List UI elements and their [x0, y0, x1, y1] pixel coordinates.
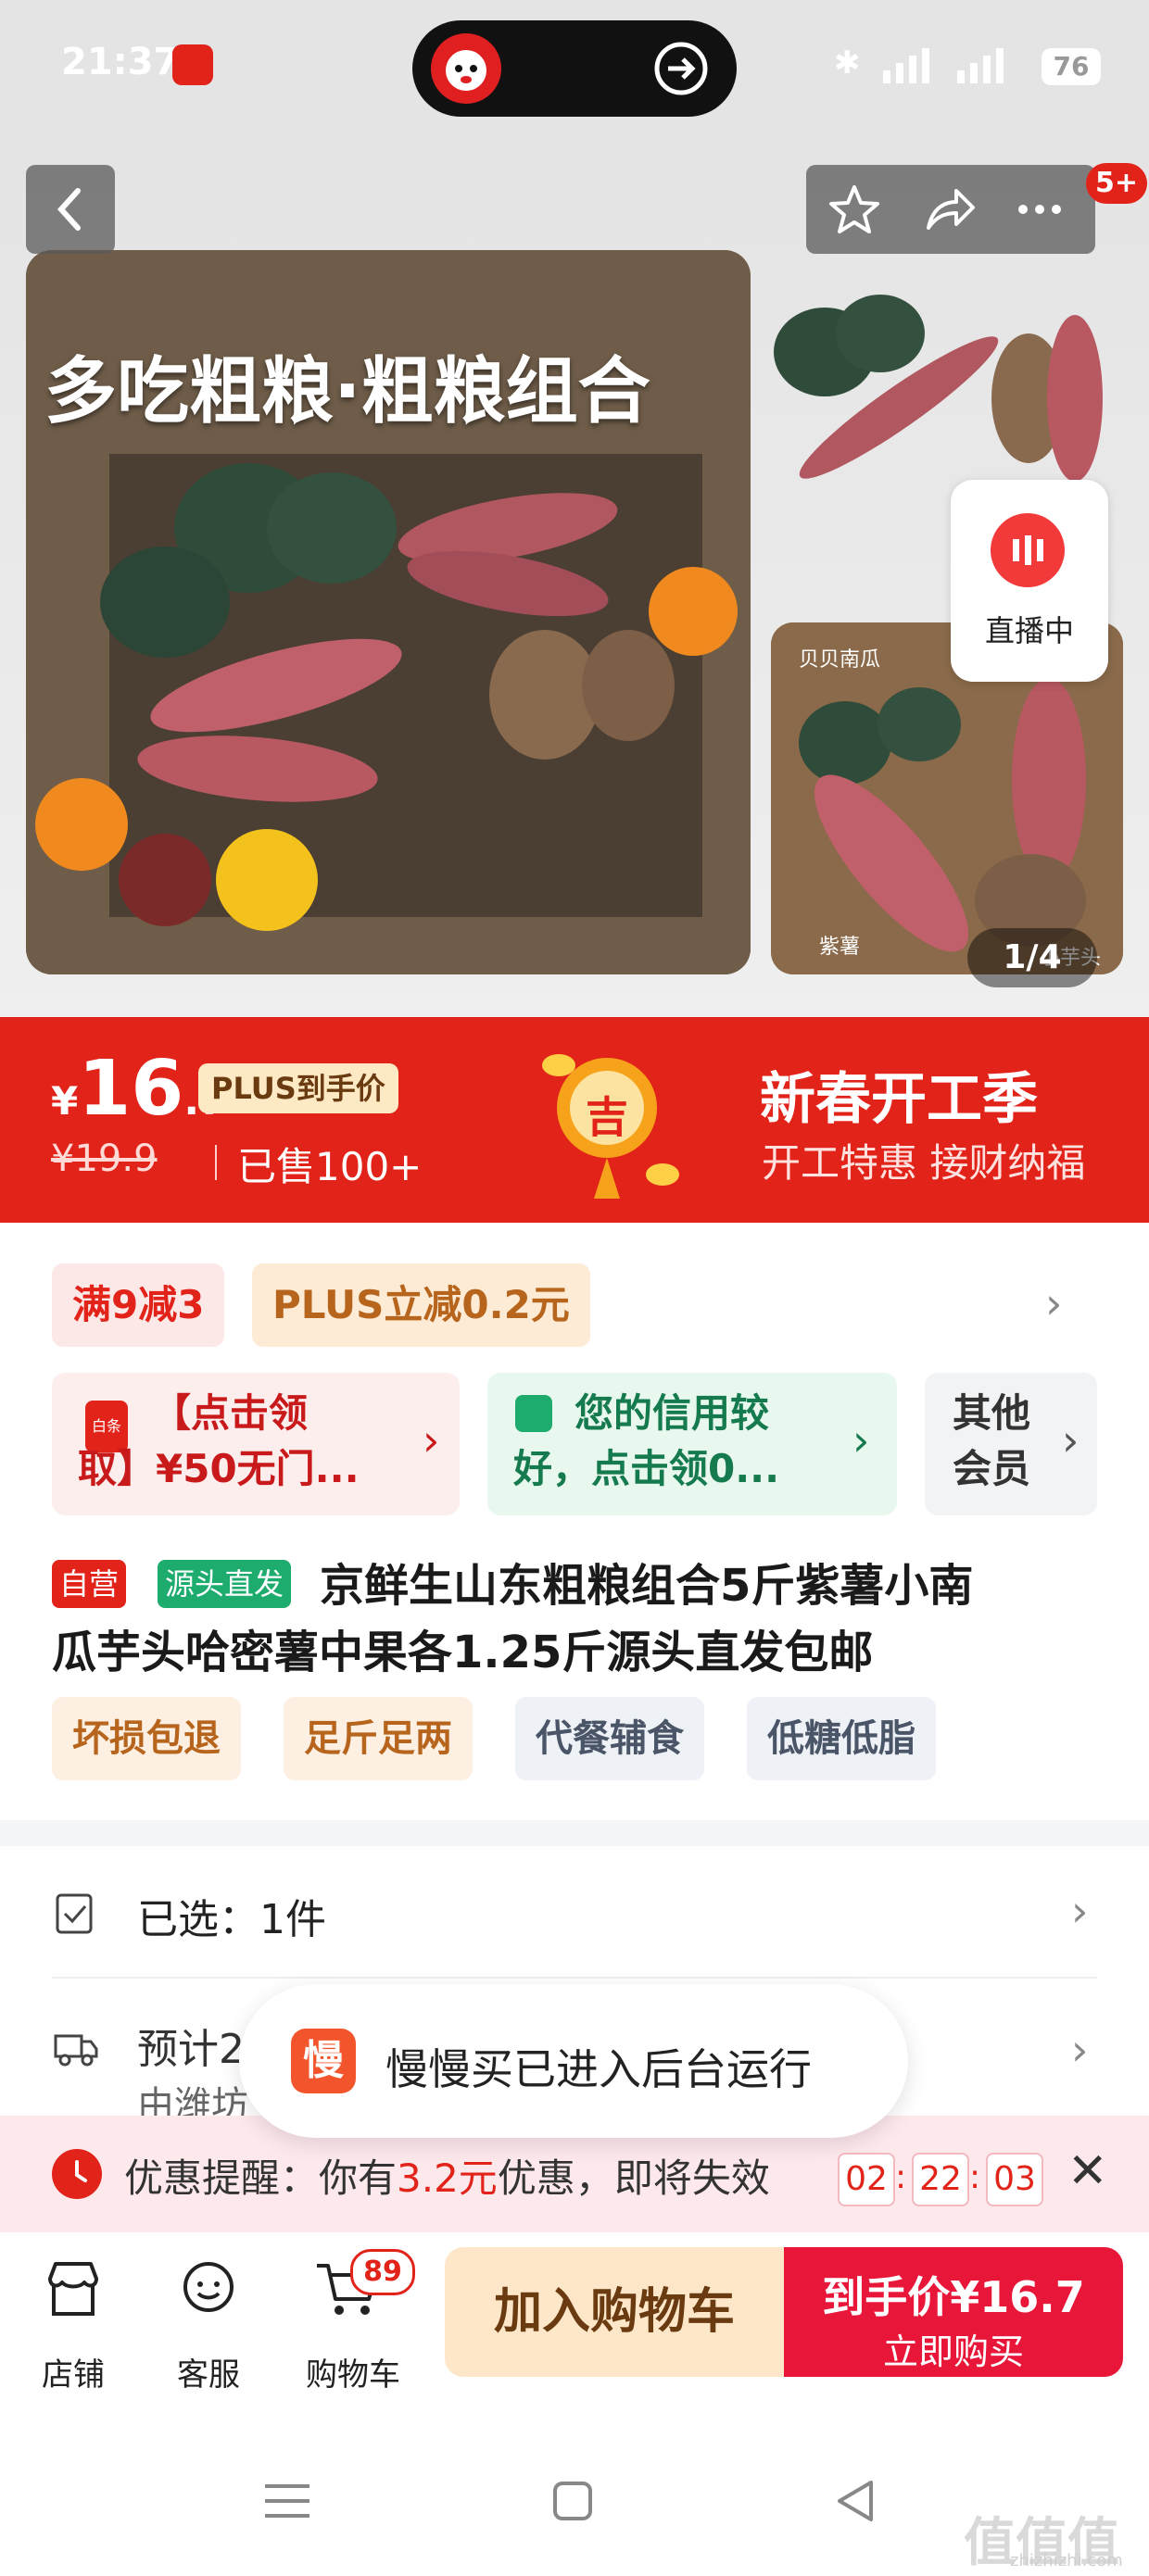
coupon2-line2: 好，点击领0...: [513, 1446, 780, 1491]
price-separator: [215, 1145, 217, 1180]
battery-indicator: 76: [1042, 48, 1101, 85]
close-icon[interactable]: ✕: [1067, 2143, 1108, 2199]
chevron-right-icon: ›: [852, 1415, 870, 1465]
chevron-left-icon: [57, 188, 81, 231]
credit-coupon[interactable]: 您的信用较 好，点击领0... ›: [487, 1373, 897, 1515]
back-button[interactable]: [26, 165, 115, 254]
checklist-icon: [52, 1890, 98, 1936]
estimate-label: 预计2: [137, 2026, 245, 2073]
add-to-cart-button[interactable]: 加入购物车: [445, 2247, 784, 2377]
cart-count-badge: 89: [350, 2249, 415, 2295]
plus-price-tag: PLUS到手价: [198, 1063, 398, 1113]
shopping-bag-icon: [515, 1395, 552, 1432]
original-price: ¥19.9: [51, 1137, 158, 1180]
chat-smile-icon: [183, 2262, 234, 2312]
buy-now-label: 立即购买: [882, 2331, 1024, 2372]
chevron-right-icon[interactable]: ›: [1045, 1278, 1062, 1328]
lucky-lantern-icon: 吉: [533, 1036, 681, 1212]
shop-icon: [48, 2262, 98, 2316]
coupon2-line1: 您的信用较: [574, 1390, 770, 1436]
signal-icon-1: [876, 46, 931, 83]
promo-subtitle: 开工特惠 接财纳福: [762, 1140, 1086, 1186]
main-image-caption: 多吃粗粮·粗粮组合: [44, 350, 650, 434]
truck-icon: [52, 2025, 98, 2071]
app-notification-icon: [172, 44, 213, 85]
selected-spec-row[interactable]: 已选：1件 ›: [0, 1843, 1149, 1982]
lantern-character: 吉: [586, 1092, 628, 1142]
product-title-line2: 瓜芋头哈密薯中果各1.25斤源头直发包邮: [52, 1627, 874, 1678]
row-divider: [52, 1977, 1097, 1979]
coupon1-line1: 【点击领: [152, 1390, 309, 1436]
status-time: 21:37: [61, 41, 180, 83]
customer-service-tab[interactable]: 客服: [148, 2232, 269, 2399]
background-run-toast: 慢 慢慢买已进入后台运行: [239, 1984, 908, 2138]
other-member-coupon[interactable]: 其他 会员 ›: [925, 1373, 1097, 1515]
baitiao-coupon[interactable]: 白条 【点击领 取】¥50无门... ›: [52, 1373, 460, 1515]
message-badge: 5+: [1086, 163, 1147, 204]
self-operated-tag: 自营: [52, 1560, 127, 1608]
more-options-icon[interactable]: [1010, 180, 1069, 239]
live-icon: [991, 513, 1065, 587]
sold-count: 已售100+: [237, 1144, 423, 1189]
selected-label: 已选：1件: [137, 1896, 326, 1943]
timer-seconds: 03: [986, 2153, 1043, 2206]
product-title-line1: 京鲜生山东粗粮组合5斤紫薯小南: [320, 1560, 974, 1612]
side-label-purple-potato: 紫薯: [819, 936, 861, 959]
home-icon[interactable]: [552, 2481, 593, 2521]
exit-arrow-icon[interactable]: [651, 39, 711, 98]
side-product-image-1[interactable]: [769, 269, 1121, 509]
signal-icon-2: [950, 46, 1005, 83]
timer-minutes: 22: [912, 2153, 969, 2206]
shop-label: 店铺: [42, 2356, 105, 2394]
manmanmai-app-icon: 慢: [291, 2029, 356, 2093]
live-label: 直播中: [984, 613, 1074, 648]
timer-colon: :: [895, 2158, 907, 2196]
shop-tab[interactable]: 店铺: [13, 2232, 133, 2399]
timer-hours: 02: [838, 2153, 895, 2206]
buy-price-label: 到手价¥16.7: [822, 2272, 1085, 2322]
action-bar: [806, 165, 1095, 254]
promo-title: 新春开工季: [760, 1067, 1038, 1132]
plus-discount-chip[interactable]: PLUS立减0.2元: [252, 1263, 590, 1347]
coupon3-line1: 其他: [953, 1390, 1031, 1436]
menu-icon[interactable]: [265, 2482, 309, 2519]
feature-tag[interactable]: 坏损包退: [52, 1697, 241, 1780]
feature-tag[interactable]: 足斤足两: [284, 1697, 473, 1780]
bluetooth-icon: ✱: [834, 44, 861, 82]
timer-colon: :: [969, 2158, 981, 2196]
favorite-star-icon[interactable]: [825, 180, 884, 239]
feature-tag[interactable]: 代餐辅食: [515, 1697, 704, 1780]
section-divider: [0, 1820, 1149, 1846]
clock-icon: [52, 2149, 102, 2199]
chevron-right-icon: ›: [1062, 1415, 1080, 1465]
coupon3-line2: 会员: [953, 1446, 1031, 1491]
dynamic-island[interactable]: [412, 20, 737, 117]
reminder-text: 优惠提醒：你有3.2元优惠，即将失效: [124, 2155, 770, 2201]
back-triangle-icon[interactable]: [834, 2479, 875, 2523]
buy-now-button[interactable]: 到手价¥16.7 立即购买: [784, 2247, 1123, 2377]
chevron-right-icon: ›: [1071, 1886, 1089, 1936]
feature-tag[interactable]: 低糖低脂: [747, 1697, 936, 1780]
jd-mascot-icon: [431, 33, 501, 104]
service-label: 客服: [177, 2356, 240, 2394]
chevron-right-icon: ›: [1071, 2025, 1089, 2075]
main-product-image[interactable]: 多吃粗粮·粗粮组合: [26, 250, 751, 974]
share-icon[interactable]: [919, 180, 979, 239]
coupon1-line2: 取】¥50无门...: [78, 1446, 360, 1491]
toast-message: 慢慢买已进入后台运行: [385, 2044, 812, 2094]
live-stream-card[interactable]: 直播中: [951, 480, 1108, 682]
cart-label: 购物车: [306, 2356, 400, 2394]
image-counter: 1/4: [967, 928, 1097, 987]
source-direct-tag: 源头直发: [158, 1560, 292, 1608]
chevron-right-icon: ›: [423, 1415, 440, 1465]
price-banner: ¥16.7 PLUS到手价 ¥19.9 已售100+ 吉 新春开工季 开工特惠 …: [0, 1017, 1149, 1223]
discount-chip[interactable]: 满9减3: [52, 1263, 225, 1347]
side-label-pumpkin: 贝贝南瓜: [799, 648, 881, 672]
